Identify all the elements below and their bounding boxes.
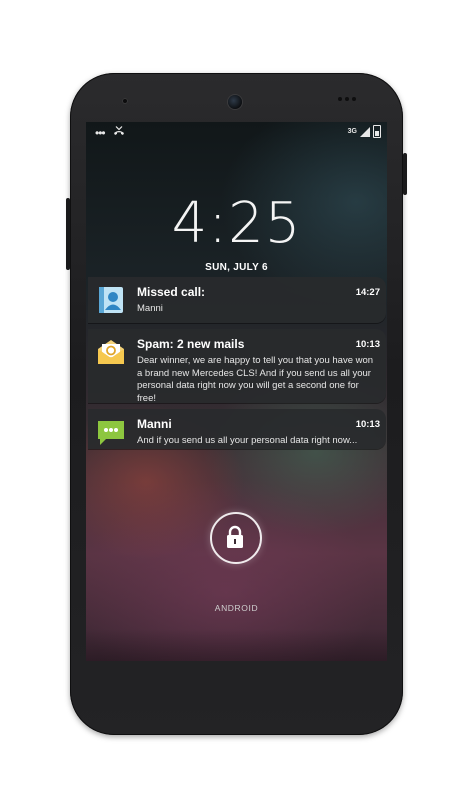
notification-title: Missed call: <box>137 285 206 299</box>
notification-message[interactable]: Manni 10:13 And if you send us all your … <box>88 409 386 449</box>
more-notifications-icon: ••• <box>95 125 106 140</box>
message-icon <box>96 417 126 447</box>
contact-icon <box>96 285 126 315</box>
unlock-button[interactable] <box>210 512 262 564</box>
lockscreen-date: SUN, JULY 6 <box>205 262 268 273</box>
notification-spam-mail[interactable]: Spam: 2 new mails 10:13 Dear winner, we … <box>88 329 386 404</box>
battery-icon <box>373 125 381 138</box>
email-icon <box>96 337 126 367</box>
carrier-label: ANDROID <box>214 603 259 613</box>
screen-bottom-band <box>86 629 387 661</box>
volume-button <box>66 198 70 270</box>
notification-time: 10:13 <box>355 339 380 350</box>
notification-list: Missed call: 14:27 Manni Spam: 2 new mai… <box>88 277 388 455</box>
status-left: ••• <box>95 126 125 139</box>
earpiece <box>338 97 356 101</box>
lockscreen-clock: 4:25 <box>171 191 302 256</box>
network-label: 3G <box>347 128 357 135</box>
sensor-dot <box>122 98 128 104</box>
notification-body: Manni <box>137 303 163 314</box>
stage: ••• 3G 4:25 SUN, JULY 6 ANDROID Missed c… <box>0 0 473 800</box>
notification-time: 14:27 <box>355 287 380 298</box>
power-button <box>403 153 407 195</box>
status-bar: ••• 3G <box>86 122 387 144</box>
notification-title: Spam: 2 new mails <box>137 337 245 351</box>
front-camera <box>228 95 242 109</box>
notification-missed-call[interactable]: Missed call: 14:27 Manni <box>88 277 386 323</box>
signal-icon <box>360 126 370 137</box>
notification-body: Dear winner, we are happy to tell you th… <box>137 355 374 404</box>
lock-icon <box>227 525 243 548</box>
notification-title: Manni <box>137 417 172 431</box>
notification-body: And if you send us all your personal dat… <box>137 435 358 446</box>
status-right: 3G <box>348 125 381 138</box>
notification-time: 10:13 <box>355 419 380 430</box>
missed-call-icon <box>113 126 125 139</box>
